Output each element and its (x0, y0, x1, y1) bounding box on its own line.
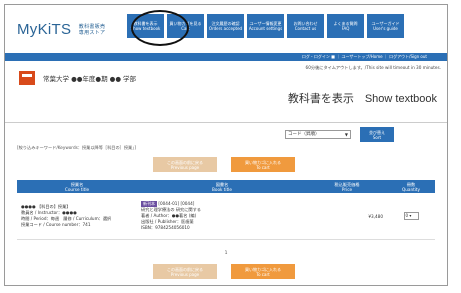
university-name: 常葉大学 ●●年度●期 ●● 学部 (43, 75, 137, 83)
price-cell: ¥3,480 (307, 193, 387, 240)
university-banner: 常葉大学 ●●年度●期 ●● 学部 (19, 71, 136, 85)
account-links[interactable]: ログ・ログイン ■ ｜ ユーザートップ/Home ｜ ログアウト/Sign ou… (302, 54, 427, 60)
previous-page-button[interactable]: この画面の前に戻る Previous page (153, 157, 217, 172)
previous-page-button[interactable]: この画面の前に戻る Previous page (153, 264, 217, 279)
sort-select[interactable]: コード（昇順） ▼ (285, 130, 351, 139)
book-title: [0044-01] [0044] (158, 201, 195, 206)
page-number[interactable]: 1 (5, 251, 447, 256)
highlight-circle (131, 10, 189, 46)
nav-faq-button[interactable]: よくある質問 FAQ (327, 14, 364, 38)
bottom-pager: この画面の前に戻る Previous page 買い物カゴに入れる To cart (153, 264, 295, 279)
keywords-filter-text: [絞り込みキーワード/Keywords：授業以降等［科目の］授業」] (17, 145, 136, 150)
top-pager: この画面の前に戻る Previous page 買い物カゴに入れる To cart (153, 157, 295, 172)
column-quantity: 冊数 Quantity (387, 180, 435, 193)
textbook-table: 授業名 Course title 図書名 Book title 税込販売価格 Pric… (17, 180, 435, 240)
quantity-select[interactable]: 0 ▾ (403, 212, 419, 220)
site-logo[interactable]: MyKiTS 教科書販売 専用ストア (17, 21, 105, 38)
sort-select-value: コード（昇順） (288, 132, 320, 137)
timeout-notice: 60分後にタイムアウトします。/This site will timeout i… (305, 65, 441, 70)
quantity-cell: 0 ▾ (387, 193, 435, 240)
site-header: MyKiTS 教科書販売 専用ストア 教科書を表示 Show textbook 買… (5, 5, 447, 53)
course-cell: ●●●● 【科目の】授業】 教員名 / Instructor：●●●● 時間 /… (17, 193, 137, 240)
to-cart-button[interactable]: 買い物カゴに入れる To cart (231, 264, 295, 279)
chevron-down-icon: ▼ (344, 132, 348, 137)
column-book-title: 図書名 Book title (137, 180, 307, 193)
logo-text: MyKiTS (17, 21, 72, 38)
nav-account-settings-button[interactable]: ユーザー情報変更 Account settings (247, 14, 284, 38)
to-cart-button[interactable]: 買い物カゴに入れる To cart (231, 157, 295, 172)
nav-contact-button[interactable]: お問い合わせ Contact us (287, 14, 324, 38)
divider (5, 122, 447, 123)
column-price: 税込販売価格 Price (307, 180, 387, 193)
browser-page: MyKiTS 教科書販売 専用ストア 教科書を表示 Show textbook 買… (4, 4, 448, 286)
column-course-title: 授業名 Course title (17, 180, 137, 193)
table-header-row: 授業名 Course title 図書名 Book title 税込販売価格 Pric… (17, 180, 435, 193)
book-cell: 新刊本 [0044-01] [0044] 研究と理学療法の 研究に関する 著者 … (137, 193, 307, 240)
account-bar: ログ・ログイン ■ ｜ ユーザートップ/Home ｜ ログアウト/Sign ou… (5, 53, 447, 61)
nav-orders-button[interactable]: 注文履歴の確認 Orders accepted (207, 14, 244, 38)
sort-button[interactable]: 並び替え Sort (360, 127, 394, 142)
university-logo-icon (19, 71, 35, 85)
logo-subtitle: 教科書販売 専用ストア (78, 24, 106, 37)
nav-users-guide-button[interactable]: ユーザーガイド User's guide (367, 14, 404, 38)
page-title: 教科書を表示 Show textbook (287, 93, 437, 105)
table-row: ●●●● 【科目の】授業】 教員名 / Instructor：●●●● 時間 /… (17, 193, 435, 240)
